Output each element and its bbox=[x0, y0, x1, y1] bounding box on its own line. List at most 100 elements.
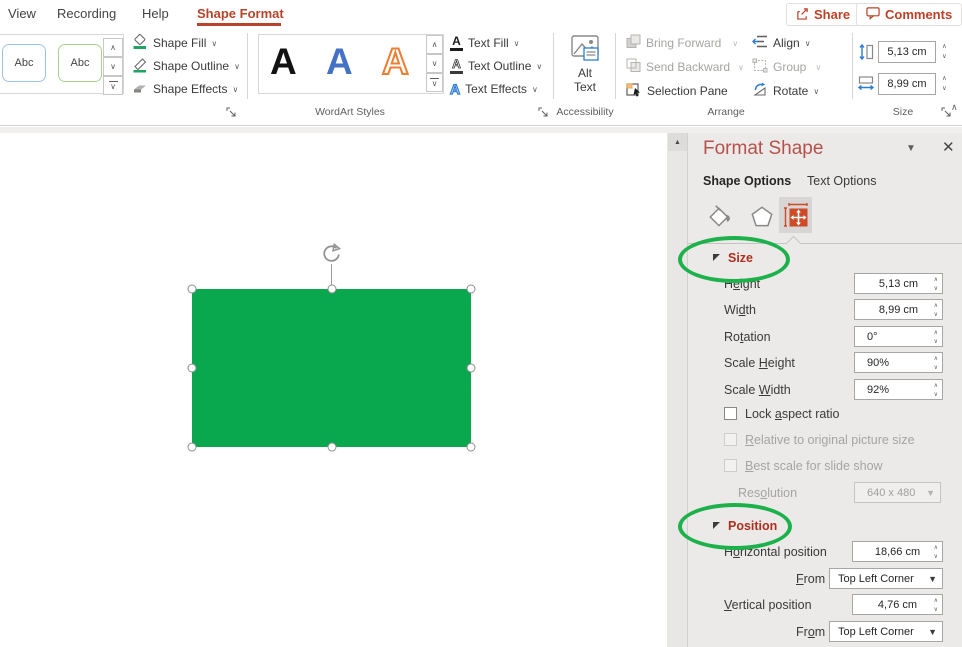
size-properties-icon-selected[interactable] bbox=[779, 197, 812, 233]
effects-icon[interactable] bbox=[748, 203, 776, 236]
scale-height-input[interactable]: 90% ∧∨ bbox=[854, 352, 943, 373]
alt-text-button[interactable]: Alt Text bbox=[560, 34, 610, 100]
collapse-ribbon-icon[interactable]: ∧ bbox=[951, 102, 958, 113]
shape-height-input[interactable]: 5,13 cm bbox=[878, 41, 936, 63]
tab-view[interactable]: View bbox=[8, 6, 36, 21]
from-horizontal-label: From bbox=[796, 572, 825, 586]
gallery-scroll-down-button[interactable]: ∨ bbox=[103, 57, 123, 76]
share-button[interactable]: Share bbox=[786, 3, 860, 26]
align-icon bbox=[752, 34, 768, 52]
width-spinner[interactable]: ∧∨ bbox=[934, 303, 938, 318]
gallery-scroll-up-button[interactable]: ∧ bbox=[103, 38, 123, 57]
text-fill-button[interactable]: A Text Fill∨ bbox=[450, 35, 520, 51]
group-button[interactable]: Group∨ bbox=[752, 59, 821, 75]
text-outline-button[interactable]: A Text Outline∨ bbox=[450, 58, 542, 74]
handle-bottom-middle[interactable] bbox=[327, 443, 336, 452]
comments-label: Comments bbox=[885, 7, 952, 22]
slide-canvas[interactable] bbox=[0, 133, 667, 647]
tab-recording[interactable]: Recording bbox=[57, 6, 116, 21]
best-scale-label: Best scale for slide show bbox=[745, 459, 883, 473]
relative-original-checkbox bbox=[724, 433, 737, 446]
scale-width-input[interactable]: 92% ∧∨ bbox=[854, 379, 943, 400]
text-effects-button[interactable]: A Text Effects∨ bbox=[450, 81, 538, 97]
rotation-handle[interactable] bbox=[320, 243, 343, 271]
resolution-label: Resolution bbox=[738, 486, 797, 500]
handle-top-middle[interactable] bbox=[327, 285, 336, 294]
handle-middle-right[interactable] bbox=[467, 364, 476, 373]
size-section-collapse-icon[interactable] bbox=[713, 254, 720, 261]
tab-shape-format[interactable]: Shape Format bbox=[197, 6, 284, 21]
selection-pane-button[interactable]: Selection Pane bbox=[626, 83, 728, 99]
panel-tab-text-options[interactable]: Text Options bbox=[807, 174, 876, 188]
position-section-collapse-icon[interactable] bbox=[713, 522, 720, 529]
panel-close-icon[interactable]: ✕ bbox=[942, 138, 955, 156]
scale-width-label: Scale Width bbox=[724, 383, 791, 397]
text-effects-label: Text Effects bbox=[465, 82, 527, 96]
share-icon bbox=[796, 7, 809, 23]
comments-button[interactable]: Comments bbox=[856, 3, 962, 26]
share-label: Share bbox=[814, 7, 850, 22]
rotate-button[interactable]: Rotate∨ bbox=[752, 83, 819, 99]
wordart-sample-orange[interactable]: A bbox=[382, 43, 409, 80]
group-label: Group bbox=[773, 60, 806, 74]
wordart-scroll-up-button[interactable]: ∧ bbox=[426, 35, 443, 54]
height-spinner[interactable]: ∧∨ bbox=[934, 277, 938, 292]
alt-text-label-line2: Text bbox=[574, 81, 596, 95]
handle-top-right[interactable] bbox=[467, 285, 476, 294]
gallery-more-button[interactable]: ∨ bbox=[103, 76, 123, 95]
tab-help[interactable]: Help bbox=[142, 6, 169, 21]
canvas-scroll-up-button[interactable]: ▲ bbox=[668, 133, 687, 151]
send-backward-button[interactable]: Send Backward∨ bbox=[626, 59, 744, 75]
wordart-sample-blue[interactable]: A bbox=[326, 43, 353, 80]
from-horizontal-dropdown[interactable]: Top Left Corner ▼ bbox=[829, 568, 943, 589]
wordart-more-button[interactable]: ∨ bbox=[426, 73, 443, 92]
shape-fill-button[interactable]: Shape Fill∨ bbox=[132, 35, 217, 51]
panel-tab-shape-options[interactable]: Shape Options bbox=[703, 174, 791, 188]
scale-width-value: 92% bbox=[867, 384, 889, 396]
shape-effects-label: Shape Effects bbox=[153, 82, 228, 96]
align-button[interactable]: Align∨ bbox=[752, 35, 811, 51]
shape-style-thumbnail-1[interactable]: Abc bbox=[2, 44, 46, 82]
handle-top-left[interactable] bbox=[188, 285, 197, 294]
position-section-header[interactable]: Position bbox=[728, 519, 777, 533]
wordart-scroll-down-button[interactable]: ∨ bbox=[426, 54, 443, 73]
shape-outline-button[interactable]: Shape Outline∨ bbox=[132, 58, 240, 74]
scale-height-spinner[interactable]: ∧∨ bbox=[934, 356, 938, 371]
handle-middle-left[interactable] bbox=[188, 364, 197, 373]
lock-aspect-ratio-checkbox[interactable] bbox=[724, 407, 737, 420]
vertical-position-input[interactable]: 4,76 cm ∧∨ bbox=[852, 594, 943, 615]
green-rectangle-shape[interactable] bbox=[192, 289, 471, 447]
size-section-header[interactable]: Size bbox=[728, 251, 753, 265]
shape-width-spinner[interactable]: ∧∨ bbox=[942, 76, 947, 92]
fill-line-icon[interactable] bbox=[706, 203, 734, 236]
height-input[interactable]: 5,13 cm ∧∨ bbox=[854, 273, 943, 294]
shape-styles-dialog-launcher-icon[interactable] bbox=[226, 105, 237, 116]
bring-forward-button[interactable]: Bring Forward∨ bbox=[626, 35, 738, 51]
shape-effects-button[interactable]: Shape Effects∨ bbox=[132, 81, 238, 97]
accessibility-group-label: Accessibility bbox=[545, 106, 625, 118]
horizontal-position-input[interactable]: 18,66 cm ∧∨ bbox=[852, 541, 943, 562]
handle-bottom-right[interactable] bbox=[467, 443, 476, 452]
panel-menu-chevron-icon[interactable]: ▼ bbox=[906, 143, 916, 154]
canvas-scrollbar-track[interactable] bbox=[667, 133, 687, 647]
shape-style-thumbnail-2[interactable]: Abc bbox=[58, 44, 102, 82]
width-input[interactable]: 8,99 cm ∧∨ bbox=[854, 299, 943, 320]
from-vertical-dropdown[interactable]: Top Left Corner ▼ bbox=[829, 621, 943, 642]
scale-width-spinner[interactable]: ∧∨ bbox=[934, 383, 938, 398]
shape-height-spinner[interactable]: ∧∨ bbox=[942, 44, 947, 60]
wordart-sample-black[interactable]: A bbox=[270, 43, 297, 80]
group-divider bbox=[615, 33, 616, 99]
shape-width-input[interactable]: 8,99 cm bbox=[878, 73, 936, 95]
horizontal-position-spinner[interactable]: ∧∨ bbox=[934, 545, 938, 560]
text-outline-label: Text Outline bbox=[468, 59, 531, 73]
bring-forward-icon bbox=[626, 34, 641, 52]
handle-bottom-left[interactable] bbox=[188, 443, 197, 452]
thumb-label: Abc bbox=[71, 57, 90, 69]
shape-width-icon bbox=[858, 75, 874, 96]
rotation-spinner[interactable]: ∧∨ bbox=[934, 330, 938, 345]
rotation-input[interactable]: 0° ∧∨ bbox=[854, 326, 943, 347]
shape-height-value: 5,13 cm bbox=[887, 46, 926, 58]
vertical-position-spinner[interactable]: ∧∨ bbox=[934, 598, 938, 613]
text-fill-icon: A bbox=[450, 35, 463, 51]
scale-height-value: 90% bbox=[867, 357, 889, 369]
